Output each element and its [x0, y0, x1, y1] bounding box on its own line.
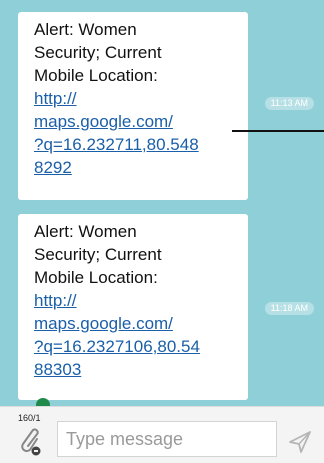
- message-bubble[interactable]: Alert: Women Security; Current Mobile Lo…: [18, 214, 248, 400]
- send-button[interactable]: [286, 427, 314, 455]
- character-counter: 160/1: [18, 413, 41, 423]
- message-text: Alert: Women Security; Current Mobile Lo…: [34, 222, 162, 287]
- message-text: Alert: Women Security; Current Mobile Lo…: [34, 20, 162, 85]
- message-bubble[interactable]: Alert: Women Security; Current Mobile Lo…: [18, 12, 248, 200]
- message-input[interactable]: [57, 421, 277, 457]
- map-link[interactable]: http:// maps.google.com/ ?q=16.2327106,8…: [34, 289, 240, 381]
- message-timestamp: 11:18 AM: [264, 302, 314, 315]
- map-link[interactable]: http:// maps.google.com/ ?q=16.232711,80…: [34, 87, 240, 179]
- message-timestamp: 11:13 AM: [264, 97, 314, 110]
- avatar: [36, 398, 50, 406]
- chat-area[interactable]: Alert: Women Security; Current Mobile Lo…: [0, 0, 324, 406]
- attach-button[interactable]: [16, 425, 44, 457]
- message-composer: 160/1: [0, 406, 324, 463]
- send-icon: [289, 431, 311, 453]
- annotation-pointer-line: [232, 130, 324, 132]
- paperclip-icon: [21, 428, 41, 456]
